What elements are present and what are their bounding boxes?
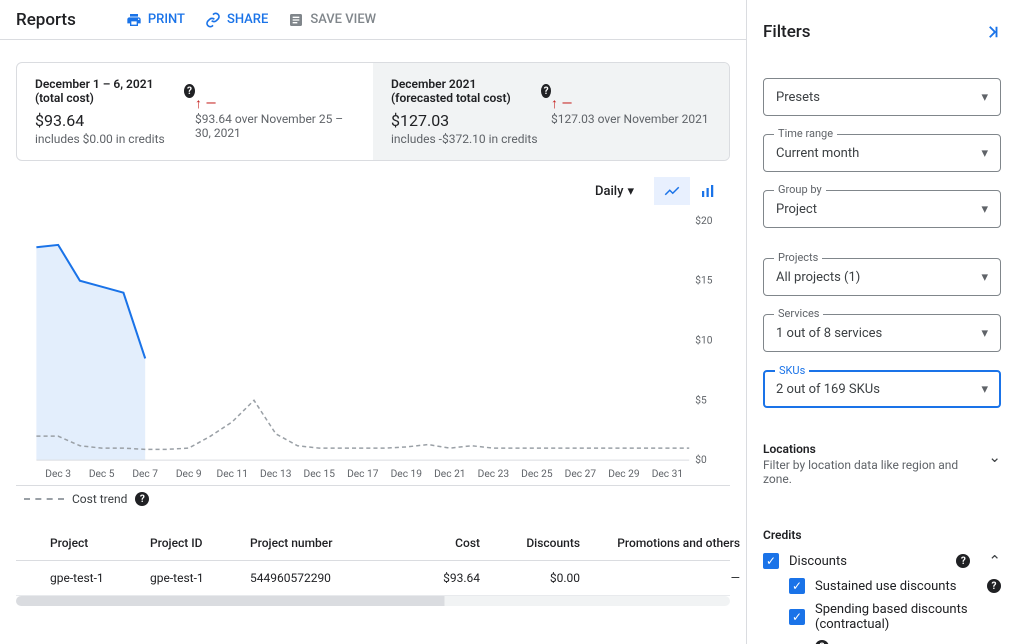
time-range-dropdown[interactable]: Time range Current month ▾	[763, 134, 1001, 172]
caret-down-icon: ▾	[981, 202, 988, 217]
services-dropdown[interactable]: Services 1 out of 8 services ▾	[763, 314, 1001, 352]
filters-title: Filters	[763, 22, 811, 42]
svg-text:Dec 5: Dec 5	[89, 469, 115, 480]
print-icon	[126, 12, 142, 28]
help-icon[interactable]: ?	[815, 640, 829, 644]
trend-dash-icon	[24, 498, 64, 500]
line-chart-toggle[interactable]	[654, 177, 690, 205]
svg-text:$0: $0	[695, 453, 707, 466]
chevron-down-icon[interactable]: ⌄	[988, 448, 1001, 466]
interval-dropdown[interactable]: Daily ▾	[585, 178, 644, 205]
svg-text:$10: $10	[695, 334, 713, 347]
chevron-up-icon[interactable]: ⌃	[988, 552, 1001, 570]
collapse-panel-icon[interactable]	[983, 23, 1001, 41]
presets-dropdown[interactable]: Presets ▾	[763, 78, 1001, 116]
card-delta: $93.64 over November 25 – 30, 2021	[195, 112, 355, 140]
svg-text:Dec 15: Dec 15	[304, 469, 336, 480]
card-value: $127.03	[391, 111, 551, 130]
svg-text:Dec 23: Dec 23	[478, 469, 510, 480]
svg-text:Dec 17: Dec 17	[347, 469, 379, 480]
card-label: December 1 – 6, 2021 (total cost)	[35, 77, 178, 105]
svg-text:$5: $5	[695, 393, 707, 406]
discounts-checkbox[interactable]: ✓	[763, 553, 779, 569]
share-button[interactable]: SHARE	[195, 6, 278, 34]
help-icon[interactable]: ?	[541, 84, 551, 98]
bar-chart-toggle[interactable]	[690, 177, 726, 205]
col-project-number[interactable]: Project number	[250, 536, 380, 550]
caret-down-icon: ▾	[981, 270, 988, 285]
svg-text:Dec 31: Dec 31	[652, 469, 683, 480]
credits-section: Credits	[763, 528, 802, 542]
help-icon[interactable]: ?	[956, 554, 970, 568]
page-title: Reports	[16, 10, 76, 30]
help-icon[interactable]: ?	[987, 579, 1001, 593]
card-value: $93.64	[35, 111, 195, 130]
svg-text:Dec 7: Dec 7	[132, 469, 158, 480]
svg-text:Dec 25: Dec 25	[521, 469, 553, 480]
help-icon[interactable]: ?	[184, 84, 195, 98]
svg-text:$15: $15	[695, 274, 713, 287]
card-label: December 2021 (forecasted total cost)	[391, 77, 535, 105]
col-promo[interactable]: Promotions and others	[580, 536, 740, 550]
svg-text:Dec 19: Dec 19	[391, 469, 422, 480]
total-cost-card[interactable]: December 1 – 6, 2021 (total cost)? $93.6…	[17, 63, 373, 160]
print-button[interactable]: PRINT	[116, 6, 195, 34]
save-icon	[288, 12, 304, 28]
svg-text:Dec 13: Dec 13	[260, 469, 292, 480]
up-arrow-icon: ↑ —	[551, 95, 572, 112]
svg-text:Dec 11: Dec 11	[217, 469, 248, 480]
svg-text:Dec 3: Dec 3	[45, 469, 71, 480]
table-row[interactable]: gpe-test-1 gpe-test-1 544960572290 $93.6…	[16, 561, 730, 596]
card-sub: includes $0.00 in credits	[35, 132, 195, 146]
horizontal-scrollbar[interactable]	[16, 596, 730, 606]
caret-down-icon: ▾	[981, 326, 988, 341]
caret-down-icon: ▾	[981, 382, 988, 397]
locations-section[interactable]: Locations	[763, 442, 988, 456]
svg-text:Dec 21: Dec 21	[434, 469, 465, 480]
legend-label: Cost trend	[72, 492, 127, 506]
help-icon[interactable]: ?	[135, 492, 149, 506]
svg-text:Dec 29: Dec 29	[608, 469, 639, 480]
share-icon	[205, 12, 221, 28]
caret-down-icon: ▾	[627, 184, 634, 199]
caret-down-icon: ▾	[981, 146, 988, 161]
spending-based-checkbox[interactable]: ✓	[789, 609, 805, 625]
sustained-use-checkbox[interactable]: ✓	[789, 578, 805, 594]
svg-text:Dec 9: Dec 9	[176, 469, 202, 480]
cost-chart: $0 $5 $10 $15 $20 Dec 3 Dec 5 Dec 7 Dec 9 Dec 11 D…	[16, 211, 730, 486]
col-cost[interactable]: Cost	[380, 536, 480, 550]
col-project[interactable]: Project	[50, 536, 150, 550]
up-arrow-icon: ↑ —	[195, 95, 216, 112]
projects-dropdown[interactable]: Projects All projects (1) ▾	[763, 258, 1001, 296]
save-view-button[interactable]: SAVE VIEW	[278, 6, 386, 34]
col-discounts[interactable]: Discounts	[480, 536, 580, 550]
caret-down-icon: ▾	[981, 90, 988, 105]
card-delta: $127.03 over November 2021	[551, 112, 711, 126]
cost-table: Project Project ID Project number Cost D…	[16, 526, 730, 596]
col-project-id[interactable]: Project ID	[150, 536, 250, 550]
forecast-card[interactable]: December 2021 (forecasted total cost)? $…	[373, 63, 729, 160]
skus-dropdown[interactable]: SKUs 2 out of 169 SKUs ▾	[763, 370, 1001, 408]
svg-text:Dec 27: Dec 27	[565, 469, 597, 480]
group-by-dropdown[interactable]: Group by Project ▾	[763, 190, 1001, 228]
card-sub: includes -$372.10 in credits	[391, 132, 551, 146]
svg-text:$20: $20	[695, 214, 713, 227]
